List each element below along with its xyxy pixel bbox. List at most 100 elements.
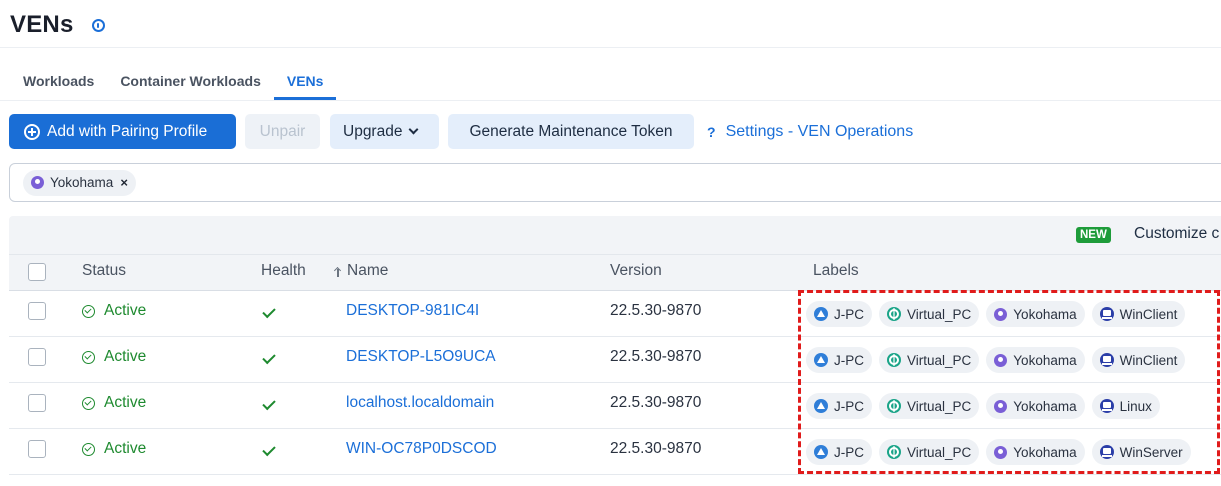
labels-cell: J-PC Virtual_PC Yokohama Linux: [806, 393, 1167, 419]
application-label-icon: [814, 399, 828, 413]
close-icon[interactable]: ×: [120, 175, 128, 190]
label-chip-role: Linux: [1091, 393, 1160, 419]
checkmark-icon: [262, 350, 276, 364]
role-label-icon: [1099, 445, 1114, 459]
label-chip-loc: Yokohama: [986, 439, 1085, 465]
grid-toolbar: [9, 216, 1221, 254]
labels-cell: J-PC Virtual_PC Yokohama WinServer: [806, 439, 1198, 465]
unpair-button[interactable]: Unpair: [245, 114, 320, 149]
label-chip-app: J-PC: [806, 393, 872, 419]
filter-search-bar[interactable]: Yokohama ×: [9, 163, 1221, 202]
row-checkbox[interactable]: [28, 302, 46, 320]
label-text: WinClient: [1119, 306, 1178, 322]
info-icon[interactable]: [91, 18, 105, 32]
label-chip-app: J-PC: [806, 347, 872, 373]
labels-cell: J-PC Virtual_PC Yokohama WinClient: [806, 301, 1192, 327]
label-chip-role: WinClient: [1091, 301, 1186, 327]
page-title: VENs: [10, 11, 74, 38]
label-text: Yokohama: [1013, 352, 1077, 368]
status-label: Active: [104, 302, 147, 319]
column-header-name[interactable]: Name: [334, 262, 388, 280]
application-label-icon: [814, 307, 828, 321]
health-cell: [262, 347, 276, 367]
label-text: J-PC: [834, 352, 864, 368]
role-label-icon: [1099, 353, 1114, 367]
location-pin-icon: [994, 353, 1008, 367]
help-icon: ?: [707, 123, 716, 140]
label-text: Yokohama: [1013, 398, 1077, 414]
settings-link-label: Settings - VEN Operations: [725, 122, 914, 140]
label-text: Linux: [1119, 398, 1152, 414]
ven-name-link[interactable]: DESKTOP-981IC4I: [346, 301, 479, 321]
check-circle-icon: [82, 442, 95, 456]
status-label: Active: [104, 394, 147, 411]
location-pin-icon: [31, 176, 44, 189]
check-circle-icon: [82, 304, 95, 318]
header-divider: [0, 47, 1221, 48]
label-text: WinServer: [1119, 444, 1183, 460]
checkmark-icon: [262, 396, 276, 410]
label-text: Virtual_PC: [907, 306, 972, 322]
label-text: J-PC: [834, 444, 864, 460]
ven-name-link[interactable]: WIN-OC78P0DSCOD: [346, 439, 497, 459]
tab-workloads[interactable]: Workloads: [10, 66, 107, 100]
application-label-icon: [814, 353, 828, 367]
customize-columns-button[interactable]: Customize c: [1134, 225, 1219, 243]
row-checkbox[interactable]: [28, 440, 46, 458]
column-header-status[interactable]: Status: [82, 262, 126, 280]
row-checkbox[interactable]: [28, 394, 46, 412]
tab-vens[interactable]: VENs: [273, 66, 337, 100]
ven-name-link[interactable]: DESKTOP-L5O9UCA: [346, 347, 496, 367]
label-chip-env: Virtual_PC: [879, 393, 980, 419]
new-badge: NEW: [1076, 227, 1111, 243]
status-label: Active: [104, 348, 147, 365]
health-cell: [262, 301, 276, 321]
column-header-version[interactable]: Version: [610, 262, 662, 280]
column-header-name-label: Name: [347, 262, 389, 279]
filter-chip-location: Yokohama ×: [23, 169, 136, 196]
label-chip-loc: Yokohama: [986, 301, 1085, 327]
label-chip-role: WinServer: [1091, 439, 1191, 465]
add-button-label: Add with Pairing Profile: [47, 122, 208, 140]
chevron-down-icon: [409, 124, 419, 135]
check-circle-icon: [82, 350, 95, 364]
ven-name-link[interactable]: localhost.localdomain: [346, 393, 494, 413]
environment-label-icon: [887, 399, 901, 413]
tab-bar: Workloads Container Workloads VENs: [10, 66, 337, 100]
settings-ven-operations-link[interactable]: ? Settings - VEN Operations: [707, 123, 913, 141]
upgrade-button[interactable]: Upgrade: [330, 114, 439, 149]
column-header-labels[interactable]: Labels: [813, 262, 859, 280]
generate-maintenance-token-button[interactable]: Generate Maintenance Token: [448, 114, 694, 149]
label-text: J-PC: [834, 306, 864, 322]
tab-container-workloads[interactable]: Container Workloads: [107, 66, 274, 100]
health-cell: [262, 439, 276, 459]
status-active: Active: [82, 393, 146, 413]
sort-arrow-icon: [334, 266, 341, 277]
status-label: Active: [104, 440, 147, 457]
page-header: VENs: [10, 8, 105, 42]
label-text: Virtual_PC: [907, 398, 972, 414]
version-cell: 22.5.30-9870: [610, 440, 702, 457]
check-circle-icon: [82, 396, 95, 410]
upgrade-button-label: Upgrade: [343, 122, 403, 140]
label-text: Virtual_PC: [907, 444, 972, 460]
tabs-divider: [0, 100, 1221, 101]
label-text: Virtual_PC: [907, 352, 972, 368]
status-active: Active: [82, 439, 146, 459]
checkmark-icon: [262, 304, 276, 318]
status-active: Active: [82, 347, 146, 367]
toolbar: Add with Pairing Profile Unpair Upgrade …: [9, 114, 913, 149]
environment-label-icon: [887, 445, 901, 459]
location-pin-icon: [994, 445, 1008, 459]
label-text: Yokohama: [1013, 444, 1077, 460]
label-text: Yokohama: [1013, 306, 1077, 322]
add-with-pairing-profile-button[interactable]: Add with Pairing Profile: [9, 114, 236, 149]
column-header-health[interactable]: Health: [261, 262, 306, 280]
filter-chip-label: Yokohama: [50, 175, 114, 190]
select-all-checkbox[interactable]: [28, 263, 46, 281]
role-label-icon: [1099, 399, 1114, 413]
role-label-icon: [1099, 307, 1114, 321]
version-cell: 22.5.30-9870: [610, 302, 702, 319]
row-checkbox[interactable]: [28, 348, 46, 366]
checkmark-icon: [262, 442, 276, 456]
